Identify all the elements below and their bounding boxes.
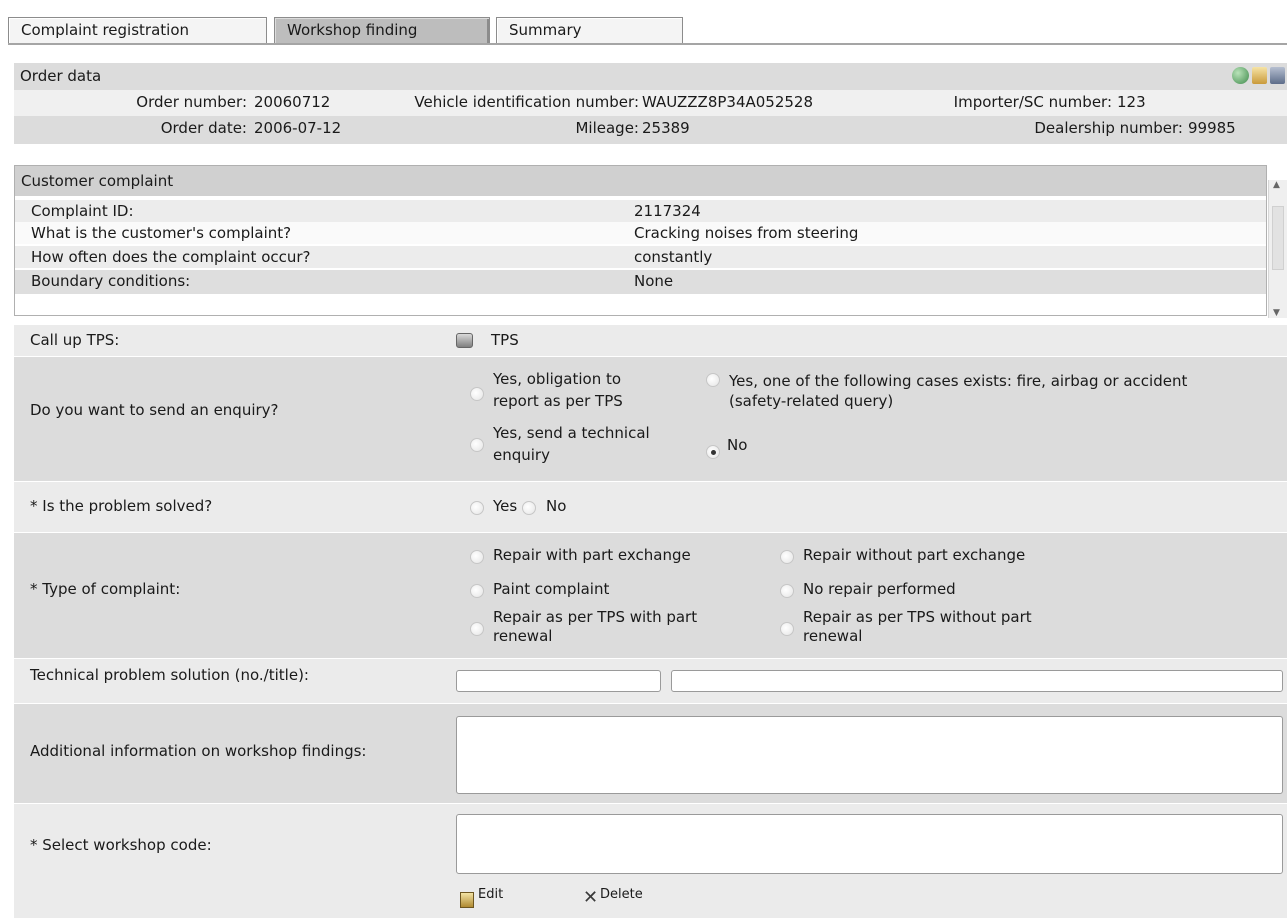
complaint-row-label: How often does the complaint occur?	[31, 248, 311, 266]
order-date-value: 2006-07-12	[254, 119, 342, 137]
order-number-label: Order number:	[136, 93, 247, 111]
type-repair-exchange-radio[interactable]	[470, 550, 484, 564]
dealership-value: 99985	[1188, 119, 1236, 137]
order-row-2: Order date: 2006-07-12 Mileage: 25389 De…	[14, 116, 1287, 142]
complaint-row-value: 2117324	[634, 202, 701, 220]
enquiry-option-obligation-line2: report as per TPS	[493, 392, 623, 410]
tab-summary[interactable]: Summary	[496, 17, 683, 44]
complaint-row-value: Cracking noises from steering	[634, 224, 859, 242]
complaint-row: Complaint ID: 2117324	[15, 200, 1266, 222]
tab-workshop-finding[interactable]: Workshop finding	[274, 17, 490, 44]
call-up-tps-row: Call up TPS: TPS	[14, 325, 1287, 356]
tps-solution-title-input[interactable]	[671, 670, 1283, 692]
additional-info-row: Additional information on workshop findi…	[14, 704, 1287, 803]
complaint-type-row: * Type of complaint: Repair with part ex…	[14, 533, 1287, 658]
workshop-code-label: * Select workshop code:	[30, 836, 212, 854]
complaint-row: What is the customer's complaint? Cracki…	[15, 222, 1266, 244]
solved-yes-label: Yes	[493, 497, 518, 515]
type-tps-no-renewal-radio[interactable]	[780, 622, 794, 636]
delete-button[interactable]: Delete	[600, 886, 643, 904]
order-date-label: Order date:	[160, 119, 247, 137]
complaint-row-label: What is the customer's complaint?	[31, 224, 292, 242]
edit-button[interactable]: Edit	[478, 886, 503, 904]
problem-solved-row: * Is the problem solved? Yes No	[14, 482, 1287, 532]
print-icon[interactable]	[1270, 67, 1285, 84]
problem-solved-label: * Is the problem solved?	[30, 497, 213, 515]
additional-info-textarea[interactable]	[456, 716, 1283, 794]
type-paint-label: Paint complaint	[493, 580, 610, 598]
enquiry-option-safety-radio[interactable]	[706, 373, 720, 387]
complaint-row-value: constantly	[634, 248, 713, 266]
order-number-value: 20060712	[254, 93, 331, 111]
type-repair-exchange-label: Repair with part exchange	[493, 546, 691, 564]
tps-link[interactable]: TPS	[491, 331, 519, 349]
mileage-label: Mileage:	[575, 119, 639, 137]
tab-divider	[8, 43, 1287, 45]
scroll-thumb[interactable]	[1272, 206, 1284, 270]
enquiry-row: Do you want to send an enquiry? Yes, obl…	[14, 357, 1287, 481]
type-repair-no-exchange-label: Repair without part exchange	[803, 546, 1026, 564]
importer-label: Importer/SC number:	[953, 93, 1112, 111]
type-paint-radio[interactable]	[470, 584, 484, 598]
enquiry-option-technical-radio[interactable]	[470, 438, 484, 452]
globe-icon[interactable]	[1232, 67, 1249, 84]
tps-solution-number-input[interactable]	[456, 670, 661, 692]
edit-icon[interactable]	[460, 892, 474, 908]
order-data-panel: Order data Order number: 20060712 Vehicl…	[14, 63, 1287, 144]
enquiry-option-no-label: No	[727, 436, 748, 454]
call-up-tps-label: Call up TPS:	[30, 331, 120, 349]
complaint-row: How often does the complaint occur? cons…	[15, 246, 1266, 268]
solved-yes-radio[interactable]	[470, 501, 484, 515]
type-tps-no-renewal-line1: Repair as per TPS without part	[803, 608, 1032, 626]
type-tps-part-renewal-line2: renewal	[493, 627, 553, 645]
scroll-down-icon[interactable]: ▼	[1273, 308, 1280, 318]
enquiry-option-safety-line2: (safety-related query)	[729, 392, 894, 410]
tps-book-icon[interactable]	[456, 333, 473, 348]
type-tps-part-renewal-radio[interactable]	[470, 622, 484, 636]
type-no-repair-radio[interactable]	[780, 584, 794, 598]
complaint-scrollbar[interactable]: ▲ ▼	[1268, 180, 1287, 318]
additional-info-label: Additional information on workshop findi…	[30, 742, 367, 760]
workshop-code-row: * Select workshop code: Edit ✕ Delete	[14, 804, 1287, 918]
complaint-row-label: Boundary conditions:	[31, 272, 191, 290]
enquiry-option-safety-line1: Yes, one of the following cases exists: …	[729, 372, 1188, 390]
document-icon[interactable]	[1252, 67, 1267, 84]
solved-no-radio[interactable]	[522, 501, 536, 515]
enquiry-option-technical-line1: Yes, send a technical	[493, 424, 650, 442]
vin-label: Vehicle identification number:	[414, 93, 639, 111]
type-repair-no-exchange-radio[interactable]	[780, 550, 794, 564]
solved-no-label: No	[546, 497, 567, 515]
mileage-value: 25389	[642, 119, 690, 137]
order-data-title: Order data	[20, 67, 102, 85]
enquiry-option-technical-line2: enquiry	[493, 446, 550, 464]
vin-value: WAUZZZ8P34A052528	[642, 93, 814, 111]
complaint-row: Boundary conditions: None	[15, 270, 1266, 294]
complaint-type-label: * Type of complaint:	[30, 580, 181, 598]
complaint-row-label: Complaint ID:	[31, 202, 134, 220]
customer-complaint-panel: Customer complaint Complaint ID: 2117324…	[14, 165, 1267, 316]
scroll-up-icon[interactable]: ▲	[1273, 180, 1280, 190]
delete-icon[interactable]: ✕	[583, 889, 598, 907]
enquiry-option-no-radio[interactable]	[706, 445, 720, 459]
type-tps-part-renewal-line1: Repair as per TPS with part	[493, 608, 698, 626]
workshop-code-field[interactable]	[456, 814, 1283, 874]
order-row-1: Order number: 20060712 Vehicle identific…	[14, 90, 1287, 116]
tab-complaint-registration[interactable]: Complaint registration	[8, 17, 267, 44]
order-toolbar	[1232, 67, 1285, 84]
importer-value: 123	[1117, 93, 1146, 111]
enquiry-option-obligation-line1: Yes, obligation to	[493, 370, 622, 388]
type-no-repair-label: No repair performed	[803, 580, 956, 598]
tps-solution-row: Technical problem solution (no./title):	[14, 659, 1287, 703]
tps-solution-label: Technical problem solution (no./title):	[30, 666, 309, 684]
type-tps-no-renewal-line2: renewal	[803, 627, 863, 645]
dealership-label: Dealership number:	[1034, 119, 1183, 137]
customer-complaint-title: Customer complaint	[15, 166, 1266, 196]
complaint-row-value: None	[634, 272, 674, 290]
enquiry-label: Do you want to send an enquiry?	[30, 401, 279, 419]
enquiry-option-obligation-radio[interactable]	[470, 387, 484, 401]
